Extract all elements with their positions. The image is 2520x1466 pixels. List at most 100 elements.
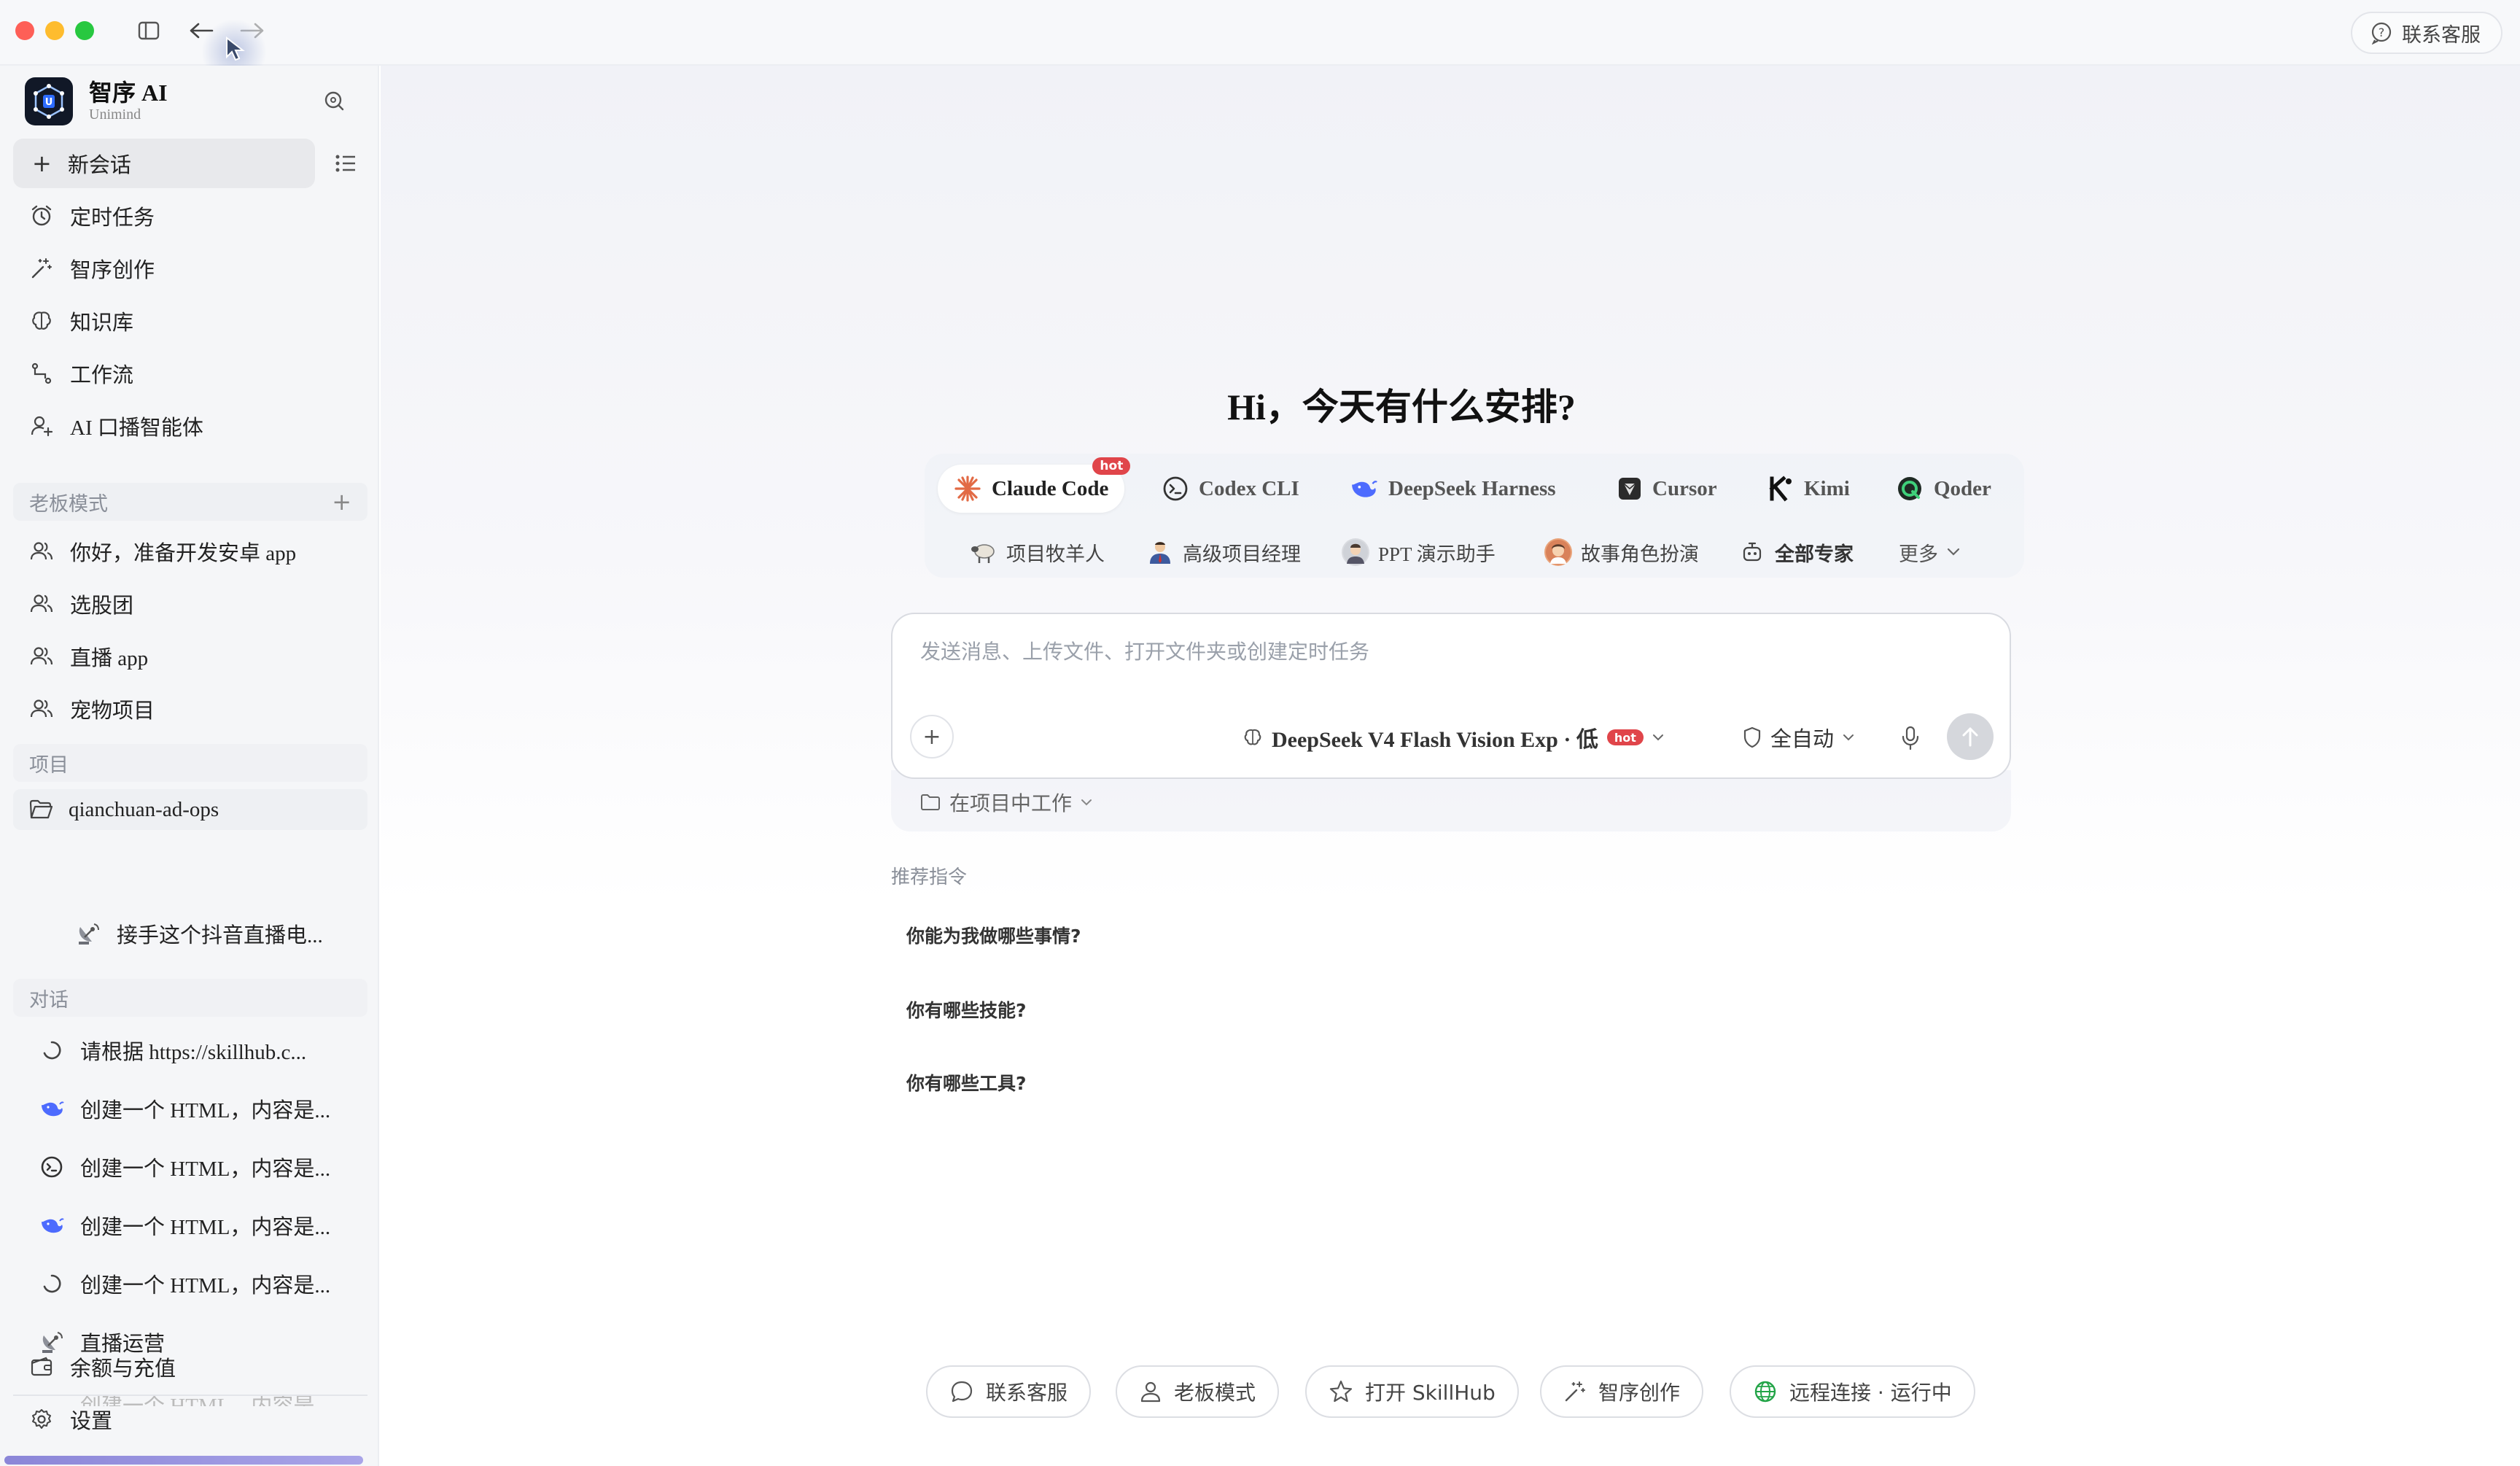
chat-item-label: 创建一个 HTML，内容是... [80, 1216, 331, 1239]
all-experts-button[interactable]: 全部专家 [1738, 532, 1854, 573]
contact-support-chip[interactable]: 联系客服 [926, 1365, 1092, 1418]
list-view-icon[interactable] [331, 149, 360, 178]
brain-icon [1242, 727, 1263, 748]
search-icon[interactable] [319, 86, 349, 115]
agent-deepseek-harness[interactable]: DeepSeek Harness [1333, 465, 1572, 513]
agent-label: Kimi [1804, 476, 1850, 500]
deepseek-whale-icon [1349, 476, 1378, 501]
suggestion-item[interactable]: 你有哪些技能? [906, 996, 1027, 1023]
nav-knowledge-base[interactable]: 知识库 [29, 300, 133, 341]
expert-project-shepherd[interactable]: 项目牧羊人 [970, 532, 1105, 573]
star-icon [1329, 1379, 1353, 1404]
deepseek-whale-icon [39, 1096, 64, 1121]
more-experts-dropdown[interactable]: 更多 [1899, 532, 1960, 573]
chip-label: 远程连接 · 运行中 [1789, 1381, 1952, 1405]
ppt-avatar-icon [1342, 538, 1369, 566]
chat-item-label: 请根据 https://skillhub.c... [80, 1041, 307, 1064]
close-window-button[interactable] [15, 21, 34, 40]
message-composer[interactable]: 发送消息、上传文件、打开文件夹或创建定时任务 + DeepSeek V4 Fla… [891, 613, 2011, 779]
main-panel: Hi，今天有什么安排? Claude Code hot Codex CLI De… [381, 66, 2520, 1466]
agent-codex-cli[interactable]: Codex CLI [1146, 465, 1315, 513]
brand-name: 智序 AI [89, 79, 168, 106]
boss-item[interactable]: 直播 app [29, 636, 148, 677]
chat-item[interactable]: 创建一个 HTML，内容是... [39, 1263, 330, 1304]
agent-label: Cursor [1652, 476, 1717, 500]
microphone-icon[interactable] [1896, 724, 1925, 753]
toggle-sidebar-icon[interactable] [134, 16, 163, 45]
model-name: DeepSeek V4 Flash Vision Exp · 低 [1272, 728, 1598, 752]
new-chat-button[interactable]: + 新会话 [13, 139, 315, 188]
boss-mode-section-header[interactable]: 老板模式 + [13, 483, 368, 521]
expert-label: 高级项目经理 [1183, 543, 1301, 565]
agent-label: Qoder [1934, 476, 1991, 500]
boss-item-label: 你好，准备开发安卓 app [70, 542, 297, 565]
project-session-item[interactable]: 接手这个抖音直播电... [76, 913, 323, 954]
boss-mode-chip[interactable]: 老板模式 [1116, 1365, 1280, 1418]
nav-workflow[interactable]: 工作流 [29, 353, 133, 394]
sidebar-scroll-indicator [4, 1456, 363, 1465]
manager-avatar-icon [1146, 538, 1174, 566]
creation-chip[interactable]: 智序创作 [1540, 1365, 1704, 1418]
qoder-logo-icon [1896, 475, 1924, 503]
permission-mode-selector[interactable]: 全自动 [1743, 718, 1854, 757]
magic-wand-icon [1563, 1380, 1587, 1403]
sidebar: U 智序 AI Unimind + 新会话 定时任务 智序创作 知识库 工作流 … [0, 66, 379, 1466]
codex-terminal-icon [1162, 476, 1189, 502]
attach-plus-button[interactable]: + [910, 715, 954, 759]
chevron-down-icon [1652, 734, 1664, 741]
boss-item[interactable]: 选股团 [29, 583, 133, 624]
work-in-project-dropdown[interactable]: 在项目中工作 [920, 788, 1092, 817]
section-title: 老板模式 [29, 492, 108, 515]
agent-qoder[interactable]: Qoder [1880, 465, 2007, 513]
project-row[interactable]: qianchuan-ad-ops [13, 789, 368, 830]
chat-section-header: 对话 [13, 979, 368, 1017]
settings-button[interactable]: 设置 [29, 1399, 112, 1440]
chat-item[interactable]: 创建一个 HTML，内容是... [39, 1205, 330, 1246]
brand-subtitle: Unimind [89, 106, 141, 123]
nav-label: 工作流 [70, 364, 134, 387]
chat-bubble-icon [949, 1379, 974, 1404]
open-skillhub-chip[interactable]: 打开 SkillHub [1305, 1365, 1519, 1418]
arrow-up-icon [1961, 726, 1979, 747]
chevron-down-icon [1947, 548, 1960, 556]
boss-item[interactable]: 你好，准备开发安卓 app [29, 531, 296, 572]
chat-item[interactable]: 创建一个 HTML，内容是... [39, 1147, 330, 1187]
zoom-window-button[interactable] [75, 21, 94, 40]
minimize-window-button[interactable] [45, 21, 64, 40]
expert-story-roleplay[interactable]: 故事角色扮演 [1544, 532, 1699, 573]
boss-item[interactable]: 宠物项目 [29, 689, 155, 729]
project-session-label: 接手这个抖音直播电... [117, 924, 323, 947]
chat-item[interactable]: 请根据 https://skillhub.c... [39, 1030, 306, 1071]
model-selector[interactable]: DeepSeek V4 Flash Vision Exp · 低 hot [1242, 718, 1664, 757]
project-name: qianchuan-ad-ops [69, 797, 219, 821]
sheep-icon [970, 538, 998, 566]
hot-badge: hot [1092, 457, 1131, 475]
loading-spinner-icon [39, 1038, 64, 1063]
agent-cursor[interactable]: Cursor [1601, 465, 1733, 513]
nav-creation[interactable]: 智序创作 [29, 248, 155, 289]
agent-claude-code[interactable]: Claude Code hot [938, 457, 1131, 513]
alarm-clock-icon [29, 203, 54, 228]
nav-label: AI 口播智能体 [70, 416, 203, 440]
nav-scheduled-tasks[interactable]: 定时任务 [29, 195, 155, 236]
mode-label: 全自动 [1770, 728, 1835, 751]
suggestion-item[interactable]: 你能为我做哪些事情? [906, 922, 1081, 948]
remote-connection-chip[interactable]: 远程连接 · 运行中 [1730, 1365, 1975, 1418]
expert-senior-pm[interactable]: 高级项目经理 [1146, 532, 1301, 573]
suggestions-title: 推荐指令 [891, 866, 968, 888]
expert-label: 更多 [1899, 543, 1938, 565]
contact-support-button[interactable]: ? 联系客服 [2351, 12, 2502, 54]
agent-kimi[interactable]: Kimi [1751, 465, 1866, 513]
suggestion-item[interactable]: 你有哪些工具? [906, 1069, 1027, 1095]
balance-recharge-button[interactable]: 余额与充值 [29, 1346, 176, 1387]
work-in-project-label: 在项目中工作 [949, 793, 1073, 815]
chat-item[interactable]: 创建一个 HTML，内容是... [39, 1088, 330, 1129]
message-input[interactable]: 发送消息、上传文件、打开文件夹或创建定时任务 [920, 636, 1369, 665]
send-button[interactable] [1947, 713, 1994, 760]
chevron-down-icon [1843, 734, 1854, 741]
nav-ai-broadcast-agent[interactable]: AI 口播智能体 [29, 406, 203, 446]
expert-ppt-assistant[interactable]: PPT 演示助手 [1342, 532, 1496, 573]
add-boss-project-icon[interactable]: + [332, 488, 351, 516]
shield-icon [1743, 726, 1762, 748]
globe-icon [1753, 1379, 1778, 1404]
